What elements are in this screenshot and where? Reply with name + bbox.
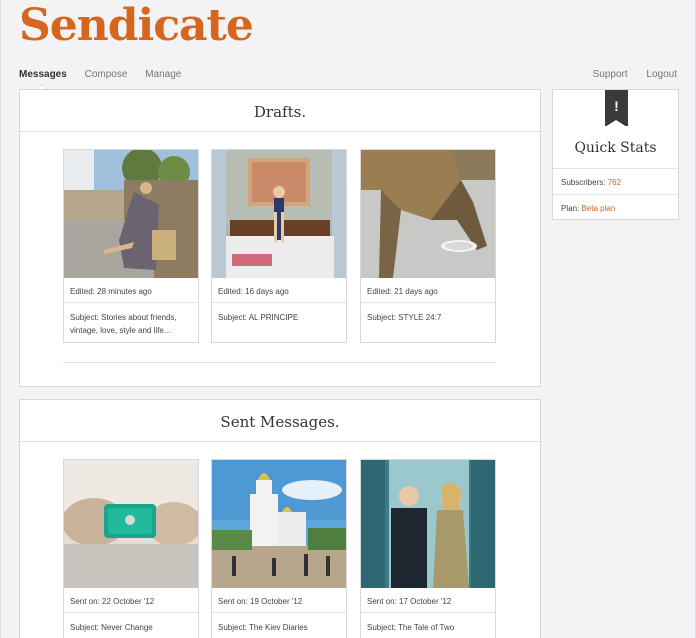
alert-glyph: ! — [614, 98, 619, 114]
alert-icon: ! — [605, 90, 628, 127]
plan-label: Plan: — [561, 204, 580, 213]
nav-compose[interactable]: Compose — [85, 69, 128, 80]
sent-subject: Subject: Never Change — [70, 623, 153, 632]
sent-subject: Subject: The Kiev Diaries — [218, 623, 308, 632]
sent-date: Sent on: 17 October '12 — [361, 588, 495, 613]
draft-thumbnail[interactable] — [64, 150, 198, 278]
account-nav: Support Logout — [577, 69, 677, 80]
drafts-divider — [63, 362, 496, 363]
drafts-panel: Drafts. Edited: 28 minutes ago Subject: … — [19, 89, 541, 387]
main-nav: Messages Compose Manage — [19, 69, 196, 80]
draft-edited: Edited: 16 days ago — [212, 278, 346, 303]
draft-edited: Edited: 28 minutes ago — [64, 278, 198, 303]
draft-thumbnail[interactable] — [212, 150, 346, 278]
sent-panel: Sent Messages. Sent on: 22 October '12 S… — [19, 399, 541, 638]
plan-link[interactable]: Beta plan — [581, 204, 615, 213]
draft-subject: Subject: AL PRINCIPE — [218, 313, 299, 322]
sent-card[interactable]: Sent on: 19 October '12 Subject: The Kie… — [211, 459, 347, 638]
sent-thumbnail[interactable] — [64, 460, 198, 588]
draft-subject: Subject: STYLE 24:7 — [367, 313, 442, 322]
sent-date: Sent on: 19 October '12 — [212, 588, 346, 613]
nav-logout[interactable]: Logout — [646, 69, 677, 80]
draft-edited: Edited: 21 days ago — [361, 278, 495, 303]
quick-stats-title: Quick Stats — [574, 140, 657, 156]
subscribers-label: Subscribers: — [561, 178, 606, 187]
sent-title: Sent Messages. — [20, 400, 540, 442]
sent-thumbnail[interactable] — [212, 460, 346, 588]
draft-thumbnail[interactable] — [361, 150, 495, 278]
draft-card[interactable]: Edited: 21 days ago Subject: STYLE 24:7 — [360, 149, 496, 343]
plan-row: Plan: Beta plan — [553, 194, 678, 220]
sent-thumbnail[interactable] — [361, 460, 495, 588]
sent-subject: Subject: The Tale of Two — [367, 623, 455, 632]
subscribers-count[interactable]: 762 — [608, 178, 621, 187]
nav-support[interactable]: Support — [593, 69, 628, 80]
sent-card[interactable]: Sent on: 22 October '12 Subject: Never C… — [63, 459, 199, 638]
draft-card[interactable]: Edited: 16 days ago Subject: AL PRINCIPE — [211, 149, 347, 343]
nav-manage[interactable]: Manage — [145, 69, 181, 80]
sent-date: Sent on: 22 October '12 — [64, 588, 198, 613]
quick-stats-panel: ! Quick Stats Subscribers: 762 Plan: Bet… — [552, 89, 679, 220]
subscribers-row: Subscribers: 762 — [553, 168, 678, 194]
draft-card[interactable]: Edited: 28 minutes ago Subject: Stories … — [63, 149, 199, 343]
drafts-title: Drafts. — [20, 90, 540, 132]
nav-messages[interactable]: Messages — [19, 69, 67, 80]
draft-subject: Subject: Stories about friends, vintage,… — [70, 313, 177, 335]
sent-card[interactable]: Sent on: 17 October '12 Subject: The Tal… — [360, 459, 496, 638]
app-logo[interactable]: Sendicate — [19, 0, 254, 51]
